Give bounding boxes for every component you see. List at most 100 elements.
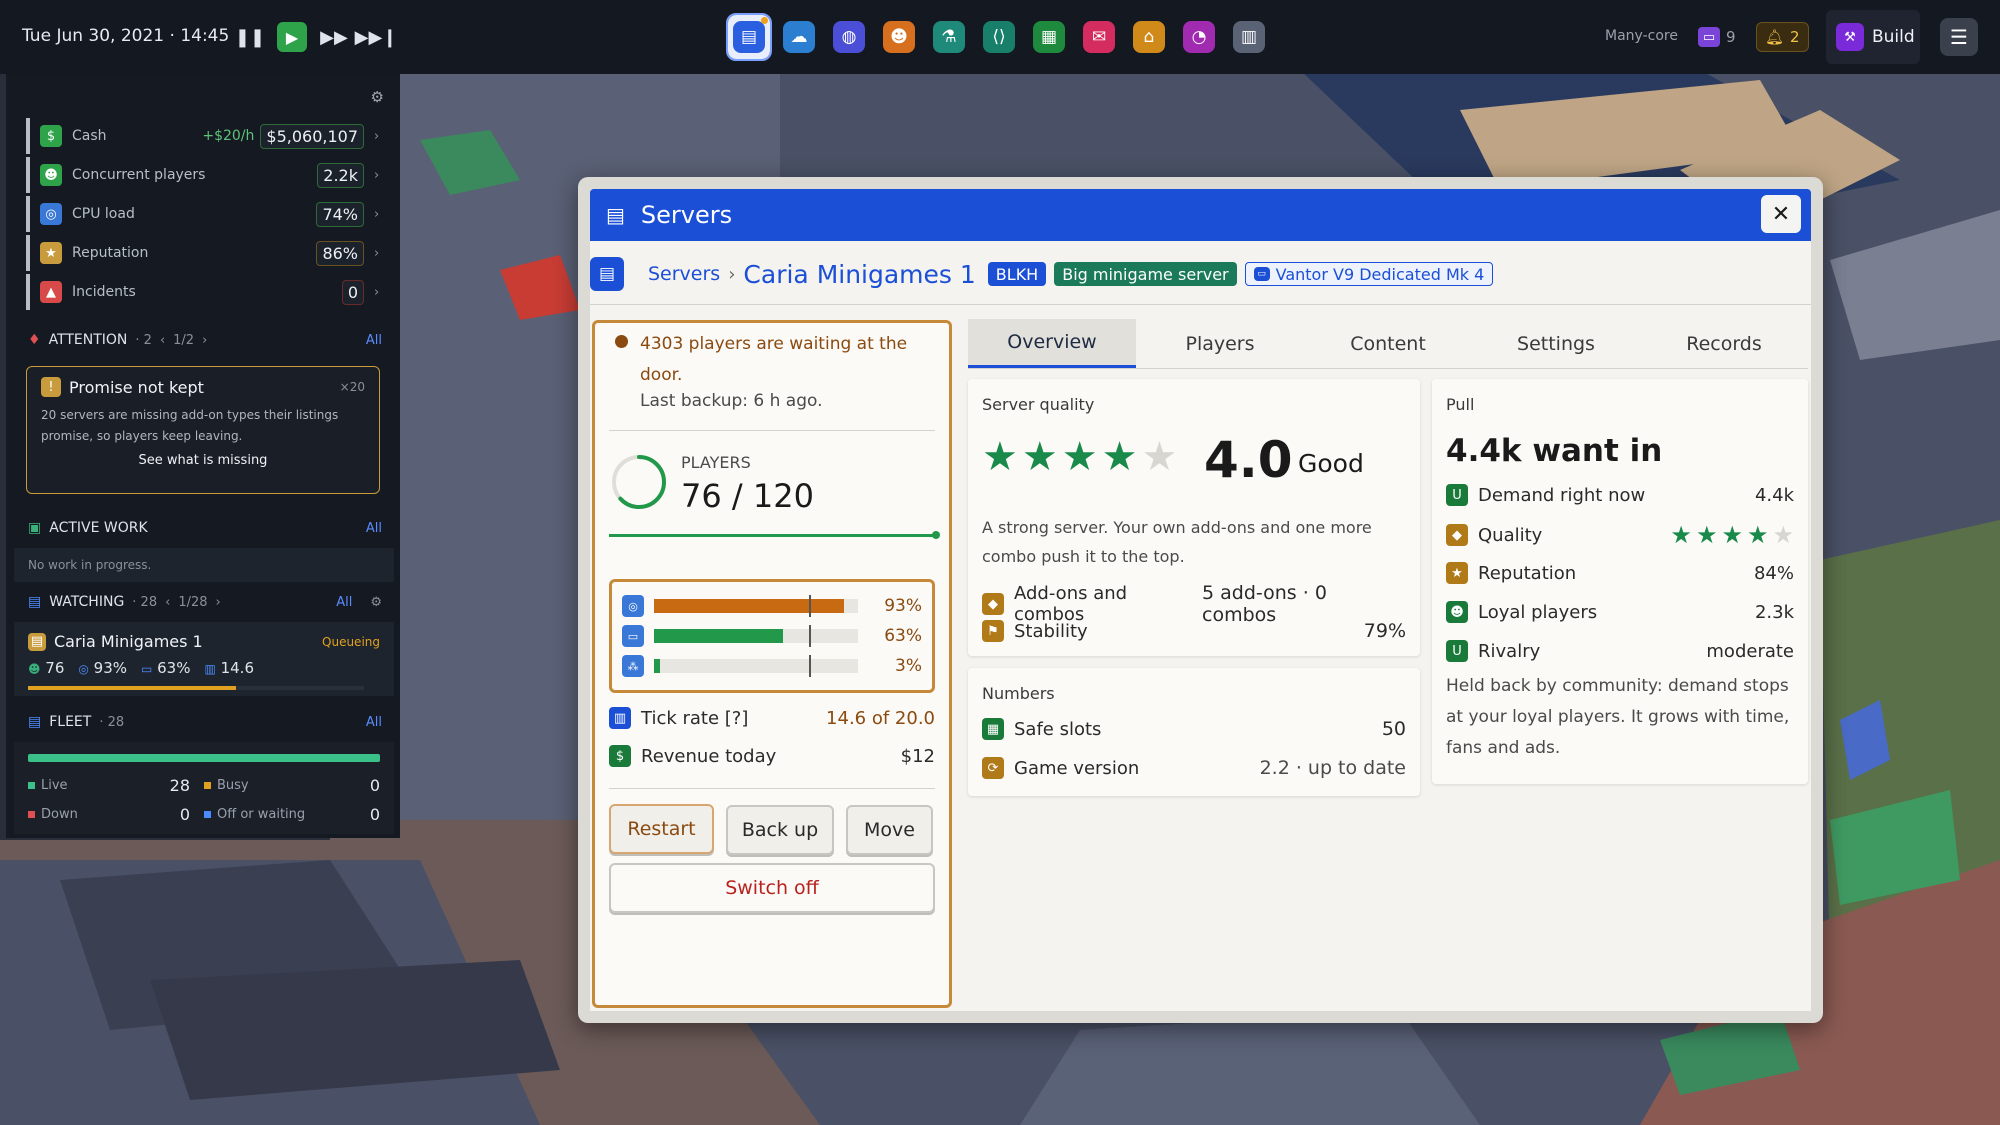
watched-server-card[interactable]: ▤ Caria Minigames 1 Queueing ☻ 76 ◎ 93% …	[14, 622, 394, 696]
hardware-label: Vantor V9 Dedicated Mk 4	[1275, 264, 1485, 284]
meter-track	[654, 595, 858, 617]
watched-cpu: 93%	[93, 659, 127, 677]
stability-icon: ⚑	[982, 620, 1004, 642]
tab-players[interactable]: Players	[1136, 319, 1304, 368]
busy-swatch	[204, 782, 211, 789]
stat-label: Reputation	[72, 245, 149, 261]
attention-all-link[interactable]: All	[366, 333, 382, 348]
app-servers[interactable]: ▤	[726, 13, 772, 61]
numbers-card: Numbers ▦ Safe slots 50 ⟳ Game version 2…	[968, 668, 1420, 796]
datacenter-icon: ☁	[783, 21, 815, 53]
pause-icon: ❚❚	[234, 26, 266, 48]
reputation-icon: ★	[1446, 562, 1468, 584]
app-community[interactable]: ✉	[1078, 15, 1120, 59]
stat-reputation[interactable]: ★ Reputation 86% ›	[26, 235, 386, 271]
cpu-icon: ◎	[622, 595, 644, 617]
fast-forward-button[interactable]: ▶▶	[319, 22, 349, 52]
restart-button[interactable]: Restart	[609, 804, 714, 854]
alerts-badge[interactable]: 🔔︎ 2	[1756, 22, 1809, 52]
stat-players[interactable]: ☻ Concurrent players 2.2k ›	[26, 157, 386, 193]
watching-header: ▤ WATCHING · 28 ‹ 1/28 › All ⚙	[28, 594, 382, 610]
pager-next-icon[interactable]: ›	[202, 333, 207, 348]
loyal-players-row: ☻ Loyal players 2.3k	[1446, 601, 1794, 623]
staff-icon: ☻	[883, 21, 915, 53]
region-tag: BLKH	[987, 262, 1047, 286]
sidebar-settings-icon[interactable]: ⚙	[371, 88, 384, 106]
tab-settings[interactable]: Settings	[1472, 319, 1640, 368]
pie-chart-icon: ◔	[1183, 21, 1215, 53]
tick-rate-row[interactable]: ▥ Tick rate [?] 14.6 of 20.0	[609, 707, 935, 729]
tab-content[interactable]: Content	[1304, 319, 1472, 368]
watching-settings-icon[interactable]: ⚙	[370, 595, 382, 610]
loyal-players-icon: ☻	[1446, 601, 1468, 623]
divider	[590, 304, 1811, 305]
breadcrumb-servers-link[interactable]: Servers	[648, 263, 720, 285]
notification-dot	[761, 17, 768, 24]
section-title: ACTIVE WORK	[49, 520, 148, 536]
pull-note: Held back by community: demand stops at …	[1446, 676, 1790, 758]
active-work-all-link[interactable]: All	[366, 521, 382, 536]
fleet-busy-value: 0	[369, 776, 380, 795]
backup-button[interactable]: Back up	[726, 805, 834, 855]
fastest-button[interactable]: ▶▶❙	[355, 22, 398, 52]
chevron-right-icon: ›	[374, 167, 380, 183]
tab-records[interactable]: Records	[1640, 319, 1808, 368]
meter-fill	[654, 659, 661, 673]
app-guide[interactable]: ▥	[1228, 15, 1270, 59]
rivalry-value: moderate	[1706, 640, 1794, 662]
cpu-icon: ◎	[40, 203, 62, 225]
close-icon: ✕	[1771, 201, 1791, 227]
watched-tick: 14.6	[220, 659, 254, 677]
stat-incidents[interactable]: ▲ Incidents 0 ›	[26, 274, 386, 310]
pause-button[interactable]: ❚❚	[235, 22, 265, 52]
app-research[interactable]: ⚗	[928, 15, 970, 59]
hardware-tag[interactable]: ▭ Vantor V9 Dedicated Mk 4	[1244, 262, 1494, 286]
breadcrumb: ▤ Servers › Caria Minigames 1 BLKH Big m…	[590, 251, 1811, 297]
app-analytics[interactable]: ◔	[1178, 15, 1220, 59]
cores-badge[interactable]: ▭ 9	[1690, 22, 1744, 52]
pull-headline: 4.4k want in	[1446, 433, 1663, 469]
players-value: 76 / 120	[681, 477, 814, 515]
switch-off-button[interactable]: Switch off	[609, 863, 935, 913]
active-work-empty: No work in progress.	[14, 548, 394, 582]
star-filled-icon: ★	[982, 434, 1018, 480]
move-button[interactable]: Move	[846, 805, 933, 855]
watched-progress-fill	[28, 686, 237, 690]
stat-cash[interactable]: $ Cash +$20/h $5,060,107 ›	[26, 118, 386, 154]
app-network[interactable]: ◍	[828, 15, 870, 59]
stat-value: 0	[341, 279, 364, 305]
play-button[interactable]: ▶	[277, 22, 307, 52]
flask-icon: ⚗	[933, 21, 965, 53]
tab-bar: Overview Players Content Settings Record…	[968, 319, 1808, 369]
quality-stars-small: ★ ★ ★ ★ ★	[1670, 523, 1794, 547]
close-button[interactable]: ✕	[1761, 195, 1801, 233]
resource-meters: ◎ 93% ▭ 63% ⁂ 3%	[609, 579, 935, 693]
star-filled-icon: ★	[1746, 521, 1769, 549]
pager-prev-icon[interactable]: ‹	[165, 595, 170, 610]
watching-all-link[interactable]: All	[336, 595, 352, 610]
pager-next-icon[interactable]: ›	[216, 595, 221, 610]
addons-label: Add-ons and combos	[1014, 583, 1128, 625]
store-icon: ⌂	[1133, 21, 1165, 53]
warning-icon: !	[41, 377, 61, 397]
players-bar-fill	[609, 534, 937, 537]
pull-card: Pull 4.4k want in U Demand right now 4.4…	[1432, 379, 1808, 784]
main-menu-button[interactable]: ☰	[1940, 18, 1978, 56]
app-code[interactable]: ⟨⟩	[978, 15, 1020, 59]
see-missing-link[interactable]: See what is missing	[41, 453, 365, 468]
pager-prev-icon[interactable]: ‹	[160, 333, 165, 348]
magnet-icon: U	[1446, 484, 1468, 506]
app-datacenter[interactable]: ☁	[778, 15, 820, 59]
app-staff[interactable]: ☻	[878, 15, 920, 59]
tab-overview[interactable]: Overview	[968, 319, 1136, 368]
quality-score: 4.0	[1204, 431, 1293, 489]
promise-alert-card[interactable]: ! Promise not kept ×20 20 servers are mi…	[26, 366, 380, 494]
server-type-tag: Big minigame server	[1054, 262, 1237, 286]
app-finance[interactable]: ▦	[1028, 15, 1070, 59]
stat-cpu[interactable]: ◎ CPU load 74% ›	[26, 196, 386, 232]
build-button[interactable]: ⚒ Build	[1826, 10, 1920, 64]
reputation-row: ★ Reputation 84%	[1446, 562, 1794, 584]
app-store[interactable]: ⌂	[1128, 15, 1170, 59]
cash-icon: $	[40, 125, 62, 147]
fleet-all-link[interactable]: All	[366, 715, 382, 730]
